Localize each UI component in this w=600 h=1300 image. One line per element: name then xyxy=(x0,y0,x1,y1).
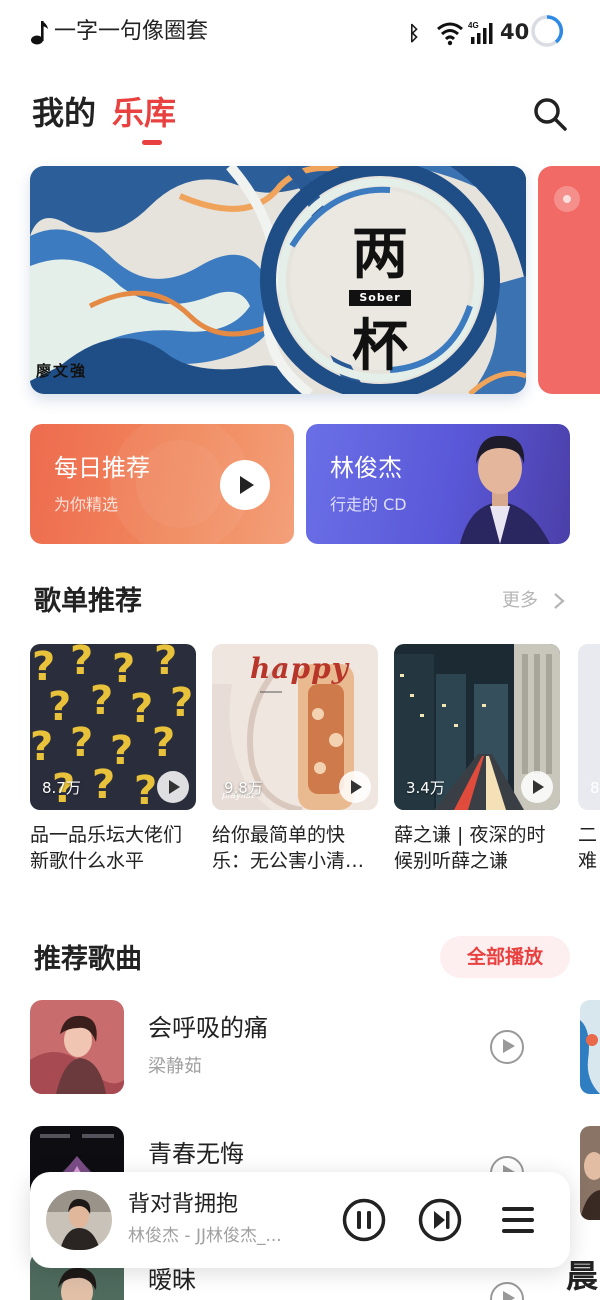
svg-text:?: ? xyxy=(154,644,177,684)
play-count: 8 xyxy=(590,779,600,797)
song-cover-partial[interactable] xyxy=(580,1000,600,1094)
daily-recommend-card[interactable]: 每日推荐 为你精选 xyxy=(30,424,294,544)
svg-text:?: ? xyxy=(130,686,153,732)
daily-card-title: 每日推荐 xyxy=(54,454,150,482)
wifi-icon xyxy=(437,22,463,46)
play-icon[interactable] xyxy=(339,771,371,803)
svg-text:?: ? xyxy=(92,762,115,808)
artist-card[interactable]: 林俊杰 行走的 CD xyxy=(306,424,570,544)
playlist-cover: ???? ???? ???? ??? 8.7万 xyxy=(30,644,196,810)
banner-title-char-bottom: 杯 xyxy=(352,313,408,379)
play-count: 8.7万 xyxy=(42,779,81,797)
play-icon[interactable] xyxy=(490,1282,524,1300)
playlist-cover-title: happy xyxy=(250,652,349,685)
playlist-cover: 3.4万 xyxy=(394,644,560,810)
play-icon[interactable] xyxy=(521,771,553,803)
mini-cover-art xyxy=(46,1190,112,1250)
svg-text:?: ? xyxy=(90,678,113,724)
svg-text:?: ? xyxy=(70,720,93,766)
mini-player-subtitle: 林俊杰 - JJ林俊杰_... xyxy=(128,1226,282,1246)
tab-library[interactable]: 乐库 xyxy=(112,92,176,134)
svg-text:4G: 4G xyxy=(468,21,479,30)
banner-tag: Sober xyxy=(349,290,411,306)
song-cover-art xyxy=(30,1000,124,1094)
playlist-name: 品一品乐坛大佬们新歌什么水平 xyxy=(30,824,183,872)
album-banner[interactable] xyxy=(30,166,526,394)
playlist-card[interactable]: ???? ???? ???? ??? 8.7万 品一品乐坛大佬们新歌什么水平 xyxy=(30,644,196,874)
pause-icon[interactable] xyxy=(342,1198,386,1242)
banner-artist: 廖文強 xyxy=(36,362,88,380)
playlist-menu-icon[interactable] xyxy=(496,1198,540,1242)
play-count: 9.8万 xyxy=(224,779,263,797)
playlist-card-partial[interactable]: 8 xyxy=(578,644,600,810)
play-icon[interactable] xyxy=(490,1030,524,1064)
partial-cover-art xyxy=(580,1152,600,1220)
song-partial-text: 晨 xyxy=(566,1257,599,1295)
play-all-button[interactable]: 全部播放 xyxy=(440,936,570,978)
signal-4g-icon: 4G xyxy=(468,21,493,44)
now-playing-text: 一字一句像圈套 xyxy=(54,19,209,44)
battery-percent: 40 xyxy=(500,20,530,44)
daily-card-subtitle: 为你精选 xyxy=(54,495,119,514)
playlist-name: 给你最简单的快乐：无公害小清… xyxy=(212,824,365,872)
music-note-icon xyxy=(31,21,48,45)
partial-cover-art xyxy=(580,1020,600,1094)
song-title: 暧昧 xyxy=(148,1266,196,1294)
playlist-cover: happy playlist 9.8万 xyxy=(212,644,378,810)
artist-card-subtitle: 行走的 CD xyxy=(330,495,407,514)
bluetooth-icon: ᛒ xyxy=(408,21,420,45)
svg-text:?: ? xyxy=(134,768,157,810)
svg-text:?: ? xyxy=(152,720,175,766)
tab-mine[interactable]: 我的 xyxy=(32,92,96,134)
song-cover xyxy=(30,1000,124,1094)
play-count: 3.4万 xyxy=(406,779,445,797)
active-tab-indicator xyxy=(142,140,162,145)
battery-ring-icon xyxy=(531,15,564,47)
playlist-name: 薛之谦 | 夜深的时候别听薛之谦 xyxy=(394,824,546,872)
song-title: 会呼吸的痛 xyxy=(148,1014,268,1042)
chevron-right-icon[interactable] xyxy=(552,592,566,610)
playlist-name-partial: 二难 xyxy=(578,824,598,872)
mini-player-title: 背对背拥抱 xyxy=(128,1192,239,1217)
song-artist: 梁静茹 xyxy=(148,1056,202,1077)
playlist-card[interactable]: 3.4万 薛之谦 | 夜深的时候别听薛之谦 xyxy=(394,644,560,874)
play-icon[interactable] xyxy=(220,460,270,510)
banner-artwork xyxy=(30,166,526,394)
mini-player-cover xyxy=(46,1190,112,1250)
playlist-card[interactable]: happy playlist 9.8万 给你最简单的快乐：无公害小清… xyxy=(212,644,378,874)
play-icon[interactable] xyxy=(157,771,189,803)
song-title: 青春无悔 xyxy=(148,1140,244,1168)
artist-card-title: 林俊杰 xyxy=(330,454,402,482)
playlist-section-title: 歌单推荐 xyxy=(34,586,142,617)
banner-next-slide[interactable] xyxy=(538,166,600,394)
svg-text:?: ? xyxy=(30,724,53,770)
search-icon[interactable] xyxy=(532,96,568,132)
song-cover-partial[interactable] xyxy=(580,1126,600,1220)
more-link[interactable]: 更多 xyxy=(502,588,538,614)
skip-next-icon[interactable] xyxy=(418,1198,462,1242)
songs-section-title: 推荐歌曲 xyxy=(34,944,142,975)
artist-photo xyxy=(460,435,550,544)
disc-icon xyxy=(554,186,580,212)
song-row[interactable]: 会呼吸的痛 梁静茹 xyxy=(30,1000,570,1096)
status-bar: 一字一句像圈套 ᛒ 4G 40 xyxy=(0,0,600,66)
banner-title-char-top: 两 xyxy=(352,221,408,287)
mini-player[interactable]: 背对背拥抱 林俊杰 - JJ林俊杰_... xyxy=(30,1172,570,1268)
